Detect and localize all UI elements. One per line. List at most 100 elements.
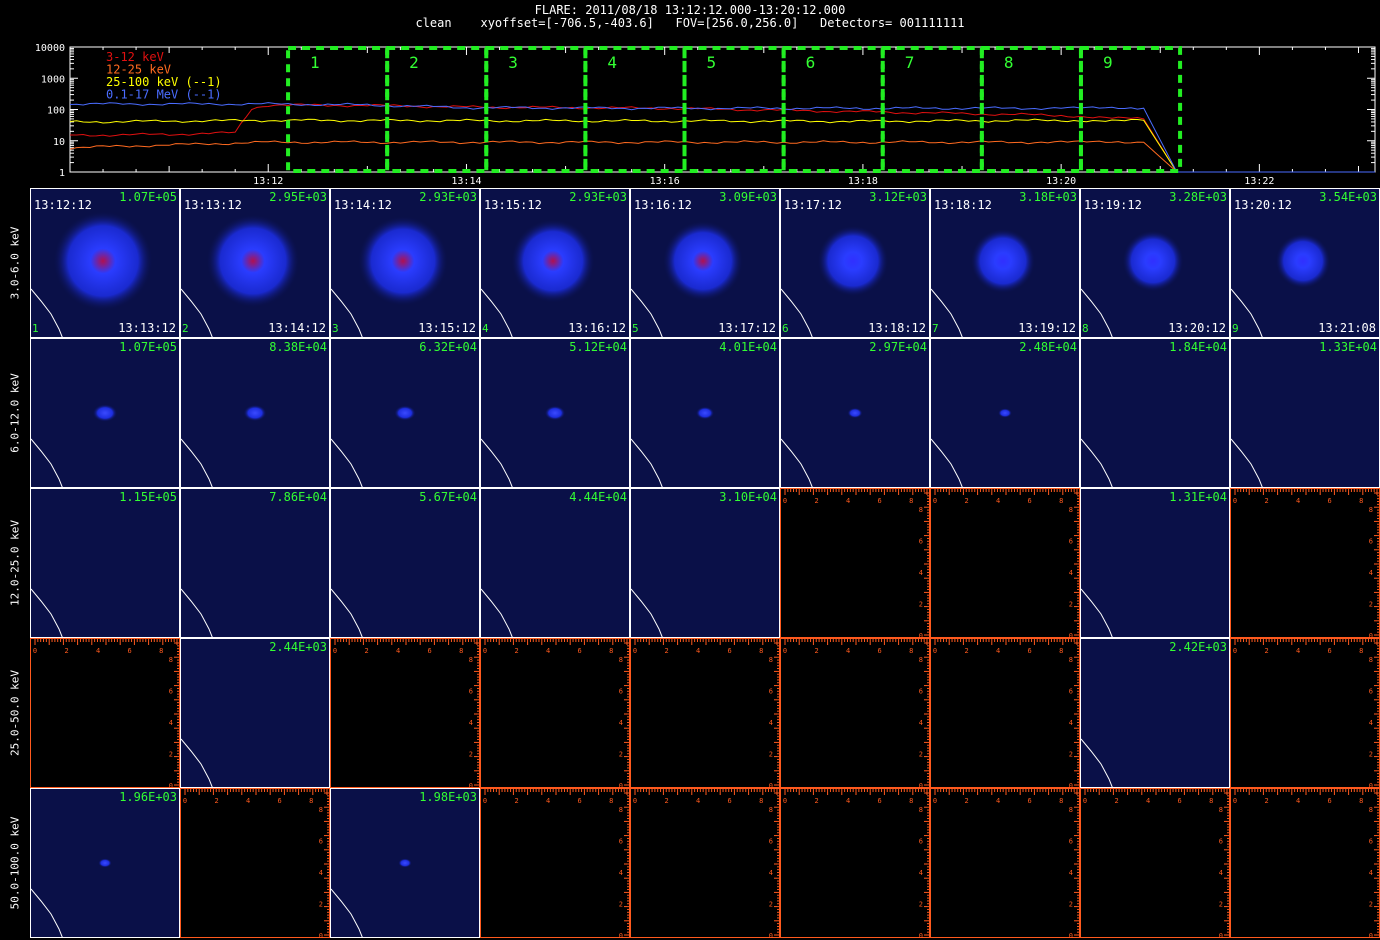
interval-label-3: 3 bbox=[508, 53, 518, 72]
axis-tick-label: 0 bbox=[183, 797, 187, 805]
axis-tick-label: 6 bbox=[728, 797, 732, 805]
source-emission bbox=[1122, 230, 1184, 292]
source-emission bbox=[970, 228, 1036, 294]
panel-image bbox=[1081, 438, 1113, 487]
axis-tick-label: 8 bbox=[1059, 797, 1063, 805]
axis-tick-label: 2 bbox=[364, 647, 368, 655]
axis-tick-label: 2 bbox=[1219, 900, 1223, 908]
limb-line bbox=[181, 438, 213, 487]
limb-line bbox=[1081, 738, 1113, 787]
source-emission bbox=[695, 406, 715, 420]
image-panel: 3.12E+03 13:17:12 13:18:12 6 bbox=[780, 188, 930, 338]
peak-value: 3.18E+03 bbox=[1019, 190, 1077, 204]
source-emission bbox=[206, 214, 300, 308]
axis-tick-label: 4 bbox=[846, 797, 850, 805]
axis-tick-label: 4 bbox=[919, 869, 923, 877]
axis-tick-label: 4 bbox=[1069, 869, 1073, 877]
axis-tick-label: 0 bbox=[333, 647, 337, 655]
energy-row-label: 25.0-50.0 keV bbox=[0, 638, 30, 788]
image-panel: 0022446688 bbox=[1230, 788, 1380, 938]
peak-value: 2.48E+04 bbox=[1019, 340, 1077, 354]
axis-tick-label: 8 bbox=[769, 656, 773, 664]
axis-tick-label: 6 bbox=[728, 647, 732, 655]
source-emission bbox=[394, 405, 416, 421]
start-time: 13:15:12 bbox=[484, 198, 542, 212]
source-emission bbox=[847, 407, 863, 419]
x-tick-label: 13:20 bbox=[1046, 176, 1076, 185]
axis-tick-label: 6 bbox=[919, 837, 923, 845]
axis-tick-label: 2 bbox=[664, 797, 668, 805]
image-panel: 0022446688 bbox=[780, 638, 930, 788]
y-tick-label: 1 bbox=[59, 168, 65, 179]
axis-tick-label: 8 bbox=[1059, 497, 1063, 505]
axis-tick-label: 6 bbox=[878, 797, 882, 805]
energy-row-label-text: 12.0-25.0 keV bbox=[8, 519, 22, 607]
axis-tick-label: 2 bbox=[64, 647, 68, 655]
axis-tick-label: 2 bbox=[769, 900, 773, 908]
source-emission bbox=[243, 404, 267, 422]
panel-image bbox=[1081, 738, 1113, 787]
axis-tick-label: 6 bbox=[1369, 687, 1373, 695]
energy-row-label: 6.0-12.0 keV bbox=[0, 338, 30, 488]
axis-tick-label: 2 bbox=[619, 750, 623, 758]
peak-value: 1.31E+04 bbox=[1169, 490, 1227, 504]
image-panel: 5.12E+04 bbox=[480, 338, 630, 488]
limb-line bbox=[1231, 438, 1263, 487]
axis-tick-label: 8 bbox=[459, 647, 463, 655]
energy-row-label-text: 50.0-100.0 keV bbox=[8, 816, 22, 910]
interval-label-9: 9 bbox=[1103, 53, 1113, 72]
end-time: 13:21:08 bbox=[1318, 321, 1376, 335]
limb-line bbox=[1081, 438, 1113, 487]
image-panel: 2.93E+03 13:15:12 13:16:12 4 bbox=[480, 188, 630, 338]
axis-tick-label: 6 bbox=[469, 687, 473, 695]
peak-value: 2.93E+03 bbox=[419, 190, 477, 204]
image-panel: 0022446688 bbox=[930, 488, 1080, 638]
y-tick-label: 100 bbox=[47, 106, 65, 117]
panel-image bbox=[1231, 438, 1263, 487]
peak-value: 1.96E+03 bbox=[119, 790, 177, 804]
axis-tick-label: 8 bbox=[1069, 806, 1073, 814]
axis-tick-label: 0 bbox=[483, 647, 487, 655]
end-time: 13:19:12 bbox=[1018, 321, 1076, 335]
empty-panel-axes: 0022446688 bbox=[783, 489, 929, 637]
axis-tick-label: 4 bbox=[1219, 869, 1223, 877]
x-tick-label: 13:16 bbox=[650, 176, 680, 185]
axis-tick-label: 2 bbox=[1069, 750, 1073, 758]
axis-tick-label: 2 bbox=[919, 900, 923, 908]
source-emission bbox=[662, 220, 744, 302]
axis-tick-label: 4 bbox=[619, 719, 623, 727]
panel-image bbox=[781, 407, 863, 487]
image-panel: 1.07E+05 bbox=[30, 338, 180, 488]
axis-tick-label: 6 bbox=[578, 797, 582, 805]
axis-tick-label: 6 bbox=[769, 687, 773, 695]
peak-value: 2.42E+03 bbox=[1169, 640, 1227, 654]
axis-tick-label: 8 bbox=[1069, 506, 1073, 514]
image-panel: 3.10E+04 bbox=[630, 488, 780, 638]
axis-tick-label: 6 bbox=[878, 497, 882, 505]
start-time: 13:20:12 bbox=[1234, 198, 1292, 212]
source-emission bbox=[544, 405, 566, 421]
axis-tick-label: 2 bbox=[1369, 600, 1373, 608]
axis-tick-label: 4 bbox=[1296, 497, 1300, 505]
x-tick-label: 13:22 bbox=[1244, 176, 1274, 185]
axis-tick-label: 0 bbox=[633, 797, 637, 805]
interval-label-7: 7 bbox=[905, 53, 915, 72]
axis-tick-label: 2 bbox=[1114, 797, 1118, 805]
panel-image bbox=[31, 588, 63, 637]
peak-value: 7.86E+04 bbox=[269, 490, 327, 504]
axis-tick-label: 8 bbox=[469, 656, 473, 664]
peak-value: 6.32E+04 bbox=[419, 340, 477, 354]
peak-value: 3.12E+03 bbox=[869, 190, 927, 204]
axis-tick-label: 0 bbox=[1233, 647, 1237, 655]
axis-tick-label: 4 bbox=[169, 719, 173, 727]
image-panel: 2.93E+03 13:14:12 13:15:12 3 bbox=[330, 188, 480, 338]
panel-image bbox=[31, 858, 112, 937]
axis-tick-label: 4 bbox=[96, 647, 100, 655]
limb-line bbox=[631, 588, 663, 637]
image-panel: 0022446688 bbox=[1080, 788, 1230, 938]
interval-number: 6 bbox=[782, 322, 789, 335]
axis-tick-label: 6 bbox=[1369, 537, 1373, 545]
panel-image bbox=[181, 404, 267, 487]
axis-tick-label: 8 bbox=[919, 506, 923, 514]
axis-tick-label: 4 bbox=[1369, 869, 1373, 877]
